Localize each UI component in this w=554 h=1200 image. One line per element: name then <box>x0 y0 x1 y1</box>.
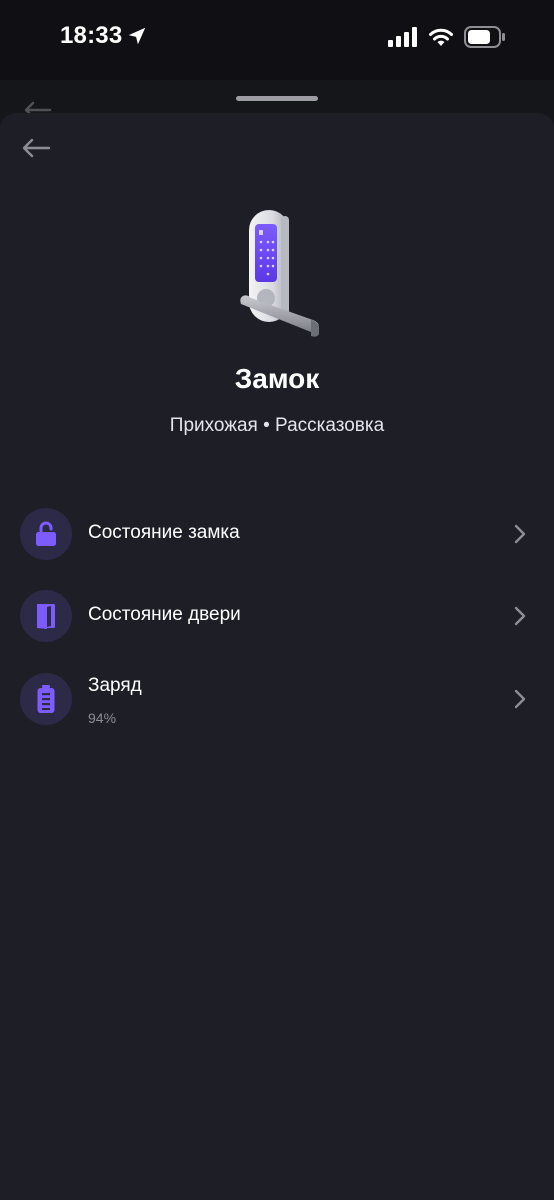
battery-level-icon <box>37 685 55 713</box>
row-lock-state-label: Состояние замка <box>88 522 240 543</box>
wifi-icon <box>429 28 453 46</box>
row-icon-circle <box>20 508 72 560</box>
device-subtitle: Прихожая • Рассказовка <box>169 415 385 436</box>
chevron-right-icon <box>514 606 526 626</box>
open-door-icon <box>37 604 55 629</box>
row-lock-state[interactable]: Состояние замка <box>0 498 554 570</box>
chevron-right-icon <box>514 524 526 544</box>
row-icon-circle <box>20 590 72 642</box>
back-button[interactable] <box>14 133 58 163</box>
row-door-state-label: Состояние двери <box>88 604 241 625</box>
status-bar: 18:33 <box>0 0 554 80</box>
battery-icon <box>464 26 505 48</box>
status-time-text: 18:33 <box>60 22 123 49</box>
sheet-grabber[interactable] <box>236 96 318 101</box>
cellular-signal-icon <box>388 27 417 47</box>
row-icon-circle <box>20 673 72 725</box>
row-battery-value: 94% <box>88 710 117 726</box>
row-battery[interactable]: Заряд 94% <box>0 663 554 735</box>
device-sheet: Замок Прихожая • Рассказовка Состояние з… <box>0 113 554 1200</box>
status-time: 18:33 <box>60 22 148 50</box>
location-arrow-icon <box>129 27 146 45</box>
row-door-state[interactable]: Состояние двери <box>0 580 554 652</box>
device-title: Замок <box>234 363 320 394</box>
row-battery-label: Заряд <box>88 675 142 696</box>
unlocked-padlock-icon <box>36 521 56 546</box>
chevron-right-icon <box>514 689 526 709</box>
smart-lock-image <box>240 210 320 337</box>
back-arrow-icon <box>22 138 51 158</box>
status-icons <box>388 26 506 48</box>
